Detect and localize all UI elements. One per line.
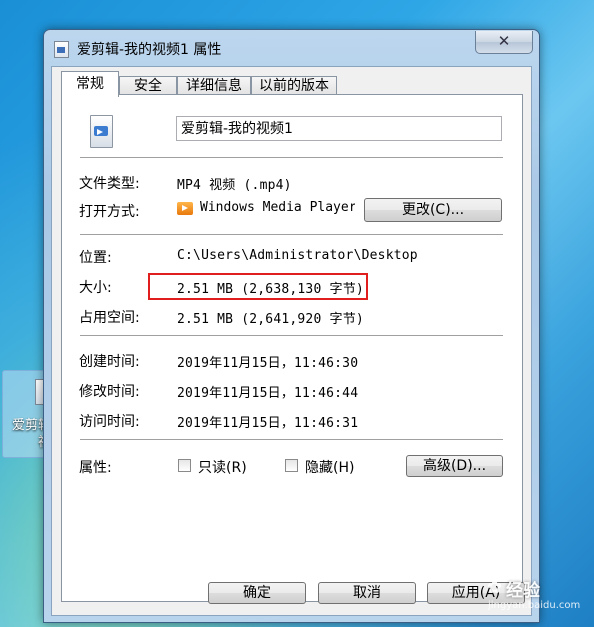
attributes-label: 属性: bbox=[79, 460, 112, 476]
readonly-label[interactable]: 只读(R) bbox=[198, 457, 247, 477]
window-title: 爱剪辑-我的视频1 属性 bbox=[77, 42, 222, 58]
hidden-label[interactable]: 隐藏(H) bbox=[305, 457, 354, 477]
divider bbox=[80, 335, 503, 337]
created-label: 创建时间: bbox=[79, 354, 140, 370]
file-name-field[interactable]: 爱剪辑-我的视频1 bbox=[176, 116, 502, 141]
location-label: 位置: bbox=[79, 250, 112, 266]
tab-security[interactable]: 安全 bbox=[119, 76, 177, 96]
tab-previous-versions[interactable]: 以前的版本 bbox=[251, 76, 337, 96]
modified-label: 修改时间: bbox=[79, 384, 140, 400]
file-type-label: 文件类型: bbox=[79, 176, 140, 192]
divider bbox=[80, 234, 503, 236]
advanced-button[interactable]: 高级(D)... bbox=[406, 455, 503, 477]
size-on-disk-value: 2.51 MB (2,641,920 字节) bbox=[177, 312, 364, 327]
video-file-icon bbox=[54, 41, 69, 58]
modified-value: 2019年11月15日，11:46:44 bbox=[177, 386, 359, 401]
watermark-url: jingyan.baidu.com bbox=[488, 600, 581, 611]
size-on-disk-label: 占用空间: bbox=[79, 310, 140, 326]
media-file-icon bbox=[90, 115, 113, 148]
cancel-button[interactable]: 取消 bbox=[318, 582, 416, 604]
divider bbox=[80, 439, 503, 441]
open-with-label: 打开方式: bbox=[79, 204, 140, 220]
accessed-label: 访问时间: bbox=[79, 414, 140, 430]
open-with-app: Windows Media Player bbox=[200, 200, 355, 215]
ok-button[interactable]: 确定 bbox=[208, 582, 306, 604]
readonly-checkbox[interactable] bbox=[178, 459, 191, 472]
tab-details[interactable]: 详细信息 bbox=[177, 76, 251, 96]
accessed-value: 2019年11月15日，11:46:31 bbox=[177, 416, 359, 431]
file-type-value: MP4 视频 (.mp4) bbox=[177, 178, 292, 193]
change-button[interactable]: 更改(C)... bbox=[364, 198, 502, 222]
location-value: C:\Users\Administrator\Desktop bbox=[177, 248, 418, 263]
properties-dialog: 爱剪辑-我的视频1 属性 ✕ 常规 安全 详细信息 以前的版本 爱剪辑-我的视频… bbox=[43, 29, 540, 623]
hidden-checkbox[interactable] bbox=[285, 459, 298, 472]
general-tab-panel: 爱剪辑-我的视频1 文件类型: MP4 视频 (.mp4) 打开方式: Wind… bbox=[61, 94, 523, 602]
size-label: 大小: bbox=[79, 280, 112, 296]
watermark-text: 经验 bbox=[506, 581, 540, 601]
dialog-client-area: 常规 安全 详细信息 以前的版本 爱剪辑-我的视频1 文件类型: MP4 视频 … bbox=[51, 66, 532, 616]
title-bar[interactable]: 爱剪辑-我的视频1 属性 ✕ bbox=[44, 30, 539, 66]
media-player-icon bbox=[177, 202, 193, 215]
divider bbox=[80, 157, 503, 159]
created-value: 2019年11月15日，11:46:30 bbox=[177, 356, 359, 371]
size-highlight-box bbox=[148, 273, 368, 300]
tab-general[interactable]: 常规 bbox=[61, 71, 119, 97]
close-button[interactable]: ✕ bbox=[475, 31, 533, 54]
watermark-paw-icon: ✿ bbox=[487, 577, 503, 598]
